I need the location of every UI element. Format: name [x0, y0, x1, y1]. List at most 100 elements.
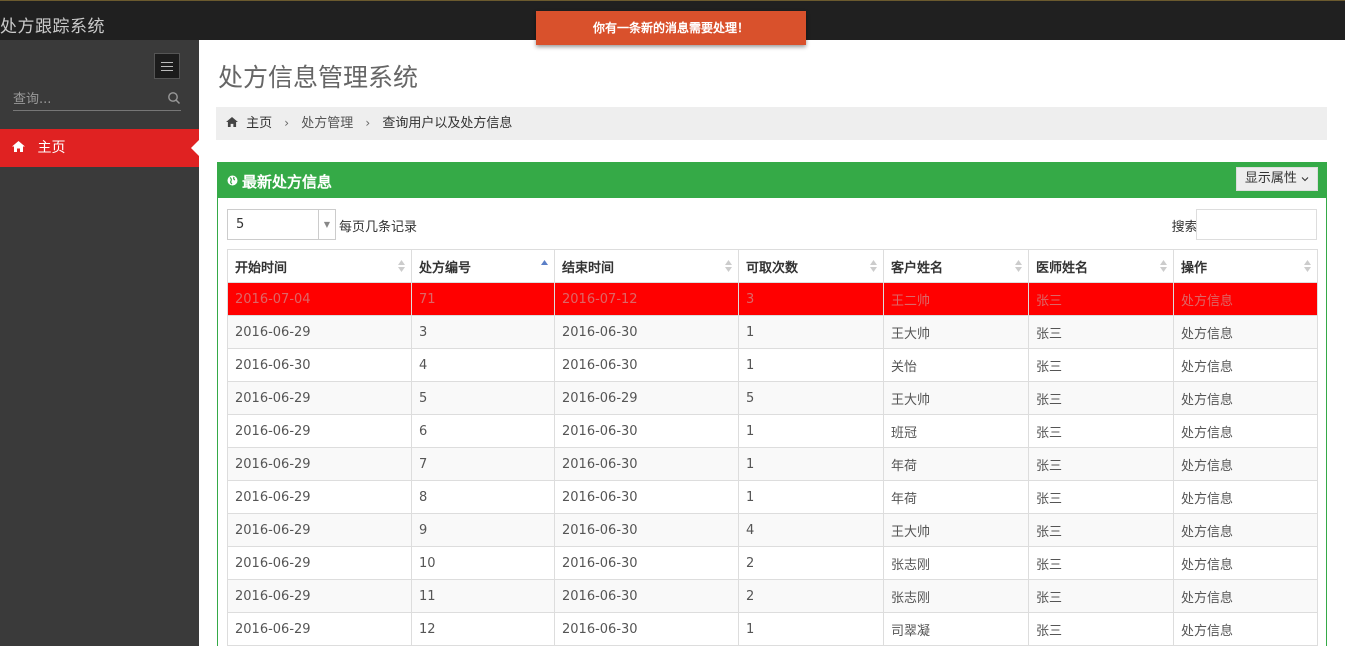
- search-icon[interactable]: [167, 91, 181, 105]
- table-cell: 1: [738, 447, 884, 481]
- page-title: 处方信息管理系统: [218, 63, 419, 92]
- table-cell: 2016-06-30: [554, 513, 739, 547]
- sort-icon: [1015, 260, 1022, 272]
- table-cell: 2016-06-30: [554, 612, 739, 646]
- table-row[interactable]: 2016-06-29 10 2016-06-30 2 张志刚 张三 处方信息: [227, 546, 1318, 580]
- table-cell: 1: [738, 348, 884, 382]
- table-cell: 张志刚: [883, 579, 1029, 613]
- table-cell: 2016-06-29: [227, 612, 412, 646]
- sort-icon: [1160, 260, 1167, 272]
- prescription-info-link[interactable]: 处方信息: [1173, 414, 1318, 448]
- table-row[interactable]: 2016-06-29 9 2016-06-30 4 王大帅 张三 处方信息: [227, 513, 1318, 547]
- table-cell: 3: [411, 315, 555, 349]
- table-cell: 1: [738, 480, 884, 514]
- prescription-info-link[interactable]: 处方信息: [1173, 579, 1318, 613]
- notification-toast[interactable]: 你有一条新的消息需要处理！: [536, 11, 806, 45]
- prescription-info-link[interactable]: 处方信息: [1173, 480, 1318, 514]
- column-header-label: 医师姓名: [1036, 260, 1089, 276]
- table-cell: 张三: [1028, 381, 1174, 415]
- table-cell: 2: [738, 579, 884, 613]
- table-cell: 年荷: [883, 480, 1029, 514]
- table-cell: 7: [411, 447, 555, 481]
- column-header-label: 开始时间: [235, 260, 288, 276]
- column-header[interactable]: 客户姓名: [883, 249, 1029, 283]
- table-row[interactable]: 2016-06-29 8 2016-06-30 1 年荷 张三 处方信息: [227, 480, 1318, 514]
- breadcrumb-home-link[interactable]: 主页: [246, 116, 272, 131]
- table-row[interactable]: 2016-06-29 3 2016-06-30 1 王大帅 张三 处方信息: [227, 315, 1318, 349]
- globe-icon: [227, 175, 238, 186]
- table-cell: 王大帅: [883, 513, 1029, 547]
- prescription-info-link[interactable]: 处方信息: [1173, 612, 1318, 646]
- table-cell: 2016-06-29: [227, 480, 412, 514]
- table-cell: 1: [738, 612, 884, 646]
- column-header[interactable]: 结束时间: [554, 249, 739, 283]
- table-cell: 张三: [1028, 480, 1174, 514]
- column-header-label: 结束时间: [562, 260, 615, 276]
- column-header-label: 处方编号: [419, 260, 472, 276]
- chevron-down-icon: [1301, 176, 1309, 181]
- table-search-input[interactable]: [1196, 209, 1317, 240]
- table-cell: 5: [738, 381, 884, 415]
- table-cell: 2016-06-29: [227, 579, 412, 613]
- table-cell: 2: [738, 546, 884, 580]
- chevron-right-icon: ›: [365, 116, 371, 130]
- table-cell: 2016-06-30: [554, 315, 739, 349]
- breadcrumb-link[interactable]: 处方管理: [301, 116, 353, 131]
- sidebar-search-input[interactable]: [13, 89, 153, 109]
- table-cell: 2016-06-29: [227, 315, 412, 349]
- table-cell: 张三: [1028, 447, 1174, 481]
- table-row[interactable]: 2016-06-29 6 2016-06-30 1 班冠 张三 处方信息: [227, 414, 1318, 448]
- column-header[interactable]: 处方编号: [411, 249, 555, 283]
- table-cell: 5: [411, 381, 555, 415]
- table-cell: 张三: [1028, 348, 1174, 382]
- table-row[interactable]: 2016-06-29 11 2016-06-30 2 张志刚 张三 处方信息: [227, 579, 1318, 613]
- column-header[interactable]: 操作: [1173, 249, 1318, 283]
- table-cell: 2016-06-29: [227, 381, 412, 415]
- prescription-info-link[interactable]: 处方信息: [1173, 546, 1318, 580]
- table-cell: 张三: [1028, 546, 1174, 580]
- table-cell: 4: [411, 348, 555, 382]
- table-cell: 张志刚: [883, 546, 1029, 580]
- table-row[interactable]: 2016-06-29 5 2016-06-29 5 王大帅 张三 处方信息: [227, 381, 1318, 415]
- sidebar-item-home[interactable]: 主页: [0, 129, 199, 167]
- prescription-info-link[interactable]: 处方信息: [1173, 513, 1318, 547]
- page-length-select[interactable]: 5 ▼: [227, 209, 336, 240]
- show-attributes-button[interactable]: 显示属性: [1235, 167, 1318, 191]
- sidebar-search: [13, 89, 181, 111]
- prescription-info-link[interactable]: 处方信息: [1173, 348, 1318, 382]
- table-cell: 2016-07-04: [227, 282, 412, 316]
- hamburger-icon: [161, 66, 173, 67]
- table-cell: 2016-06-30: [554, 480, 739, 514]
- table-cell: 张三: [1028, 612, 1174, 646]
- table-body: 2016-07-04 71 2016-07-12 3 王二帅 张三 处方信息 2016-06-…: [227, 282, 1318, 646]
- table-cell: 关怡: [883, 348, 1029, 382]
- prescription-info-link[interactable]: 处方信息: [1173, 282, 1318, 316]
- column-header-label: 操作: [1181, 260, 1208, 276]
- sidebar: 主页: [0, 40, 199, 646]
- chevron-right-icon: ›: [284, 116, 290, 130]
- column-header[interactable]: 开始时间: [227, 249, 412, 283]
- menu-toggle-button[interactable]: [154, 53, 180, 79]
- portlet-header: 最新处方信息 显示属性: [218, 162, 1327, 198]
- active-indicator: [191, 140, 199, 156]
- table-row[interactable]: 2016-06-29 7 2016-06-30 1 年荷 张三 处方信息: [227, 447, 1318, 481]
- column-header[interactable]: 医师姓名: [1028, 249, 1174, 283]
- table-cell: 2016-06-30: [554, 348, 739, 382]
- table-row[interactable]: 2016-06-30 4 2016-06-30 1 关怡 张三 处方信息: [227, 348, 1318, 382]
- table-cell: 12: [411, 612, 555, 646]
- prescription-info-link[interactable]: 处方信息: [1173, 315, 1318, 349]
- table-cell: 2016-06-29: [227, 546, 412, 580]
- prescription-info-link[interactable]: 处方信息: [1173, 381, 1318, 415]
- prescription-table: 开始时间 处方编号 结束时间 可取次数 客户姓名 医师姓名 操作 2016-07-04 71 2…: [227, 249, 1318, 646]
- caret-down-icon: ▼: [318, 210, 335, 239]
- table-row[interactable]: 2016-07-04 71 2016-07-12 3 王二帅 张三 处方信息: [227, 282, 1318, 316]
- table-cell: 2016-06-30: [554, 414, 739, 448]
- column-header[interactable]: 可取次数: [738, 249, 884, 283]
- app-title: 处方跟踪系统: [0, 17, 105, 37]
- table-cell: 王大帅: [883, 315, 1029, 349]
- table-cell: 11: [411, 579, 555, 613]
- table-cell: 3: [738, 282, 884, 316]
- hamburger-icon: [161, 70, 173, 71]
- prescription-info-link[interactable]: 处方信息: [1173, 447, 1318, 481]
- table-row[interactable]: 2016-06-29 12 2016-06-30 1 司翠凝 张三 处方信息: [227, 612, 1318, 646]
